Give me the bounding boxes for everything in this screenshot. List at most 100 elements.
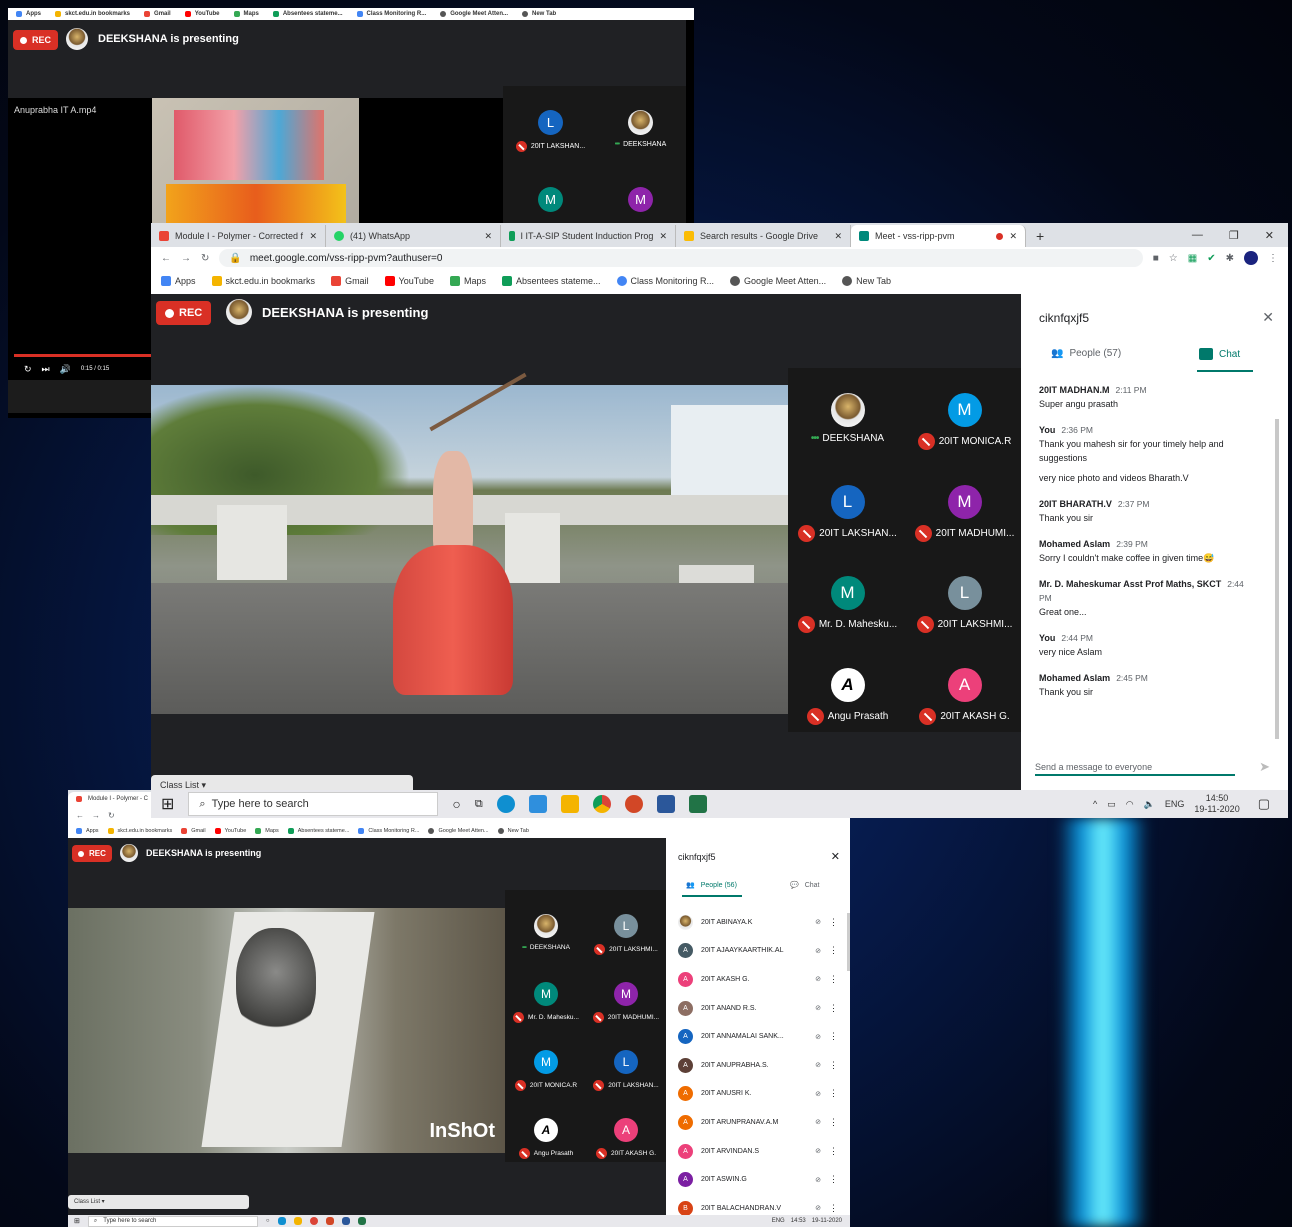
tab-drive[interactable]: Search results - Google Drive ✕ <box>676 225 851 247</box>
close-icon[interactable]: ✕ <box>1262 309 1274 326</box>
people-list-item[interactable]: A 20IT ANAND R.S. ⊘ ⋮ <box>678 994 838 1023</box>
bookmark-maps[interactable]: Maps <box>449 276 486 286</box>
file-explorer-icon[interactable] <box>293 1217 302 1225</box>
clock[interactable]: 14:50 19-11-2020 <box>1194 793 1239 815</box>
close-tab-icon[interactable]: ✕ <box>309 231 317 242</box>
participant-tile[interactable]: ••• DEEKSHANA <box>506 914 586 951</box>
participant-tile[interactable]: M <box>508 187 593 212</box>
tab-module[interactable]: Module I - Polymer - C <box>68 792 158 806</box>
people-list-item[interactable]: A 20IT ARUNPRANAV.A.M ⊘ ⋮ <box>678 1108 838 1137</box>
battery-icon[interactable]: ▭ <box>1107 799 1116 810</box>
participant-tile[interactable]: M Mr. D. Mahesku... <box>791 576 904 633</box>
more-options-icon[interactable]: ⋮ <box>829 1060 838 1071</box>
video-progress-bar[interactable] <box>14 354 154 357</box>
reload-icon[interactable]: ↻ <box>201 253 209 264</box>
participant-tile[interactable]: L 20IT LAKSHAN... <box>586 1050 666 1091</box>
bookmark-apps[interactable]: Apps <box>16 11 41 17</box>
people-list-item[interactable]: A 20IT AKASH G. ⊘ ⋮ <box>678 965 838 994</box>
reload-icon[interactable]: ↻ <box>108 811 115 820</box>
next-icon[interactable]: ⏭ <box>42 364 50 375</box>
participant-tile[interactable]: M 20IT MONICA.R <box>908 393 1021 450</box>
tab-whatsapp[interactable]: (41) WhatsApp ✕ <box>326 225 501 247</box>
chevron-up-icon[interactable]: ^ <box>1093 799 1097 809</box>
bookmark-apps[interactable]: Apps <box>76 828 99 834</box>
powerpoint-icon[interactable] <box>325 1217 334 1225</box>
restore-button[interactable]: ❐ <box>1229 229 1239 242</box>
bookmark-classmon[interactable]: Class Monitoring R... <box>358 828 419 834</box>
participant-tile[interactable]: A Angu Prasath <box>791 667 904 725</box>
class-list-bar[interactable]: Class List ▾ <box>68 1195 249 1209</box>
clock[interactable]: 14:53 <box>791 1218 806 1224</box>
store-icon[interactable] <box>528 795 547 813</box>
bookmark-gmeet[interactable]: Google Meet Atten... <box>730 276 826 286</box>
participant-tile[interactable]: M <box>598 187 683 212</box>
windows-start-icon[interactable]: ⊞ <box>74 1217 80 1225</box>
bookmark-skct[interactable]: skct.edu.in bookmarks <box>107 828 172 834</box>
word-icon[interactable] <box>656 795 675 813</box>
taskbar-search[interactable]: ⌕ Type here to search <box>87 1215 258 1227</box>
bookmark-newtab[interactable]: New Tab <box>842 276 891 286</box>
more-options-icon[interactable]: ⋮ <box>829 1031 838 1042</box>
participant-tile[interactable]: L 20IT LAKSHMI... <box>586 914 666 955</box>
windows-start-icon[interactable]: ⊞ <box>161 794 174 814</box>
participant-tile[interactable]: M 20IT MADHUMI... <box>586 982 666 1023</box>
participant-tile[interactable]: A 20IT AKASH G. <box>586 1118 666 1159</box>
bookmark-absentees[interactable]: Absentees stateme... <box>272 11 343 17</box>
star-icon[interactable]: ☆ <box>1169 253 1178 264</box>
participant-tile[interactable]: L 20IT LAKSHAN... <box>791 484 904 542</box>
participant-tile[interactable]: ••• DEEKSHANA <box>791 393 904 444</box>
bookmark-newtab[interactable]: New Tab <box>497 828 529 834</box>
word-icon[interactable] <box>341 1217 350 1225</box>
people-list-item[interactable]: A 20IT ANNAMALAI SANK... ⊘ ⋮ <box>678 1022 838 1051</box>
bookmark-gmeet[interactable]: Google Meet Atten... <box>440 11 508 17</box>
close-icon[interactable]: ✕ <box>831 850 840 863</box>
participant-tile[interactable]: L 20IT LAKSHAN... <box>508 110 593 152</box>
bookmark-absentees[interactable]: Absentees stateme... <box>501 276 601 286</box>
bookmark-youtube[interactable]: YouTube <box>214 828 246 834</box>
participant-tile[interactable]: M 20IT MADHUMI... <box>908 484 1021 542</box>
more-options-icon[interactable]: ⋮ <box>829 917 838 928</box>
bookmark-gmail[interactable]: Gmail <box>144 11 171 17</box>
bookmark-absentees[interactable]: Absentees stateme... <box>287 828 349 834</box>
close-tab-icon[interactable]: ✕ <box>659 231 667 242</box>
send-icon[interactable]: ➤ <box>1259 759 1270 775</box>
forward-icon[interactable]: → <box>92 811 100 820</box>
scrollbar[interactable] <box>1275 419 1279 739</box>
people-list-item[interactable]: 20IT ABINAYA.K ⊘ ⋮ <box>678 908 838 937</box>
people-list-item[interactable]: A 20IT AJAAYKAARTHIK.AL ⊘ ⋮ <box>678 937 838 966</box>
more-options-icon[interactable]: ⋮ <box>829 945 838 956</box>
file-explorer-icon[interactable] <box>560 795 579 813</box>
more-options-icon[interactable]: ⋮ <box>829 1174 838 1185</box>
bookmark-classmon[interactable]: Class Monitoring R... <box>616 276 714 286</box>
cortana-icon[interactable]: ○ <box>266 1218 270 1224</box>
extensions-icon[interactable]: ✱ <box>1226 253 1234 264</box>
edge-icon[interactable] <box>277 1217 286 1225</box>
message-input[interactable]: Send a message to everyone <box>1035 756 1235 776</box>
more-options-icon[interactable]: ⋮ <box>829 1003 838 1014</box>
language-indicator[interactable]: ENG <box>1165 799 1185 809</box>
excel-icon[interactable] <box>688 795 707 813</box>
replay-icon[interactable]: ↻ <box>24 364 32 375</box>
bookmark-classmon[interactable]: Class Monitoring R... <box>356 11 426 17</box>
close-tab-icon[interactable]: ✕ <box>484 231 492 242</box>
bookmark-youtube[interactable]: YouTube <box>384 276 434 286</box>
bookmark-gmail[interactable]: Gmail <box>331 276 369 286</box>
cortana-icon[interactable]: ○ <box>452 796 460 812</box>
new-tab-button[interactable]: + <box>1026 228 1054 247</box>
profile-avatar[interactable] <box>1244 251 1258 265</box>
tab-chat[interactable]: Chat <box>1199 348 1240 360</box>
chrome-icon[interactable] <box>309 1217 318 1225</box>
volume-icon[interactable]: 🔈 <box>1144 799 1155 810</box>
powerpoint-icon[interactable] <box>624 795 643 813</box>
close-window-button[interactable]: ✕ <box>1265 229 1274 242</box>
minimize-button[interactable]: — <box>1192 229 1203 242</box>
more-options-icon[interactable]: ⋮ <box>829 1146 838 1157</box>
participant-tile[interactable]: L 20IT LAKSHMI... <box>908 576 1021 633</box>
bookmark-skct[interactable]: skct.edu.in bookmarks <box>211 276 315 286</box>
bookmark-apps[interactable]: Apps <box>161 276 196 286</box>
tab-meet[interactable]: Meet - vss-ripp-pvm ✕ <box>851 225 1026 247</box>
bookmark-skct[interactable]: skct.edu.in bookmarks <box>55 11 130 17</box>
bookmark-gmail[interactable]: Gmail <box>181 828 206 834</box>
camera-icon[interactable]: ■ <box>1153 253 1159 264</box>
chrome-icon[interactable] <box>592 795 611 813</box>
